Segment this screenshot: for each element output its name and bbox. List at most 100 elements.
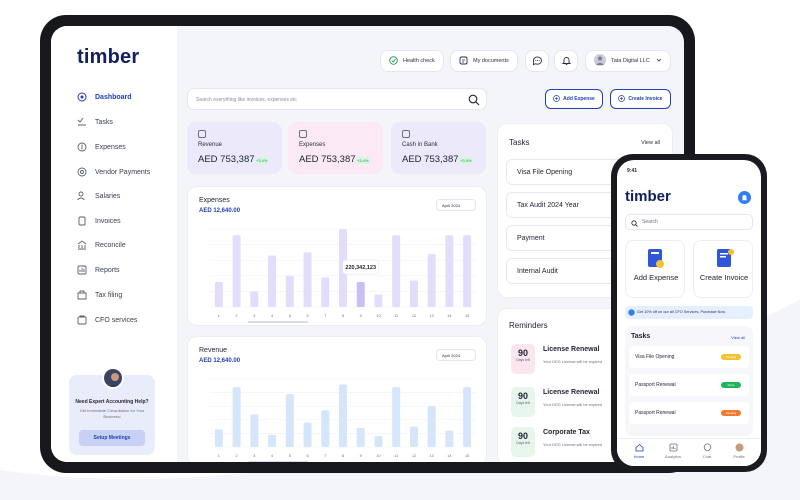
nav-profile[interactable]: Profile	[725, 443, 753, 459]
sidebar-item-tasks[interactable]: Tasks	[77, 114, 113, 130]
chart-bar[interactable]	[409, 280, 418, 307]
phone-view-all-link[interactable]: View all	[731, 335, 745, 340]
chart-bar[interactable]	[303, 422, 312, 447]
chart-bar[interactable]	[427, 253, 436, 307]
x-tick-label: 1	[218, 454, 220, 458]
nav-analytics[interactable]: Analytics	[659, 443, 687, 459]
sidebar-item-expenses[interactable]: Expenses	[77, 139, 126, 155]
chart-bar[interactable]	[427, 406, 436, 447]
x-tick-label: 7	[324, 314, 326, 318]
x-tick-label: 15	[465, 314, 469, 318]
chart-bar[interactable]	[268, 434, 277, 447]
chart-bar[interactable]	[250, 291, 259, 307]
expenses-icon	[77, 142, 87, 152]
search-input[interactable]: Search everything like invoices, expense…	[187, 88, 487, 110]
chart-bar[interactable]	[374, 436, 383, 447]
tax-filing-icon	[77, 290, 87, 300]
create-invoice-button[interactable]: Create Invoice	[610, 89, 671, 109]
sidebar-item-tax-filing[interactable]: Tax filing	[77, 287, 122, 303]
add-expense-button[interactable]: Add Expense	[545, 89, 603, 109]
reminder-text: Your DED License will be expired	[543, 442, 602, 447]
chart-bar[interactable]	[232, 387, 241, 447]
chart-bar[interactable]	[321, 410, 330, 447]
company-selector[interactable]: Tata Digital LLC	[585, 50, 671, 72]
x-tick-label: 1	[218, 314, 220, 318]
sidebar-item-cfo-services[interactable]: CFO services	[77, 312, 137, 328]
sidebar-item-label: Reports	[95, 266, 120, 274]
phone-create-invoice-label: Create Invoice	[699, 273, 749, 282]
phone-add-expense-button[interactable]: Add Expense	[625, 240, 685, 298]
search-icon[interactable]	[468, 93, 480, 111]
chart-bar[interactable]	[409, 426, 418, 447]
chat-button[interactable]	[525, 50, 549, 72]
phone-notification-button[interactable]	[738, 191, 751, 204]
days-count: 90	[517, 431, 528, 441]
expenses-chart: 1 2 3 4 5 6 7 8 9220,342,12310 11 12 13 14 15	[210, 228, 476, 323]
chart-scrollbar[interactable]	[248, 461, 308, 462]
x-tick-label: 8	[342, 314, 344, 318]
my-documents-button[interactable]: My documents	[450, 50, 518, 72]
phone-task-item[interactable]: Passport Renewal Pending	[629, 402, 749, 424]
chart-bar[interactable]	[214, 429, 223, 447]
phone-task-item[interactable]: Visa File Opening Pending	[629, 346, 749, 368]
chart-bar[interactable]	[356, 427, 365, 447]
chart-bar[interactable]	[285, 275, 294, 307]
revenue-chart-card: Revenue AED 12,640.00 April 2024 1234567…	[187, 336, 487, 462]
chart-bar[interactable]	[214, 282, 223, 307]
notifications-button[interactable]	[554, 50, 578, 72]
phone-bottom-nav: Home Analytics Chat Profile	[617, 438, 761, 466]
sidebar-item-label: Expenses	[95, 143, 126, 151]
plus-circle-icon	[553, 94, 561, 104]
reports-icon	[77, 265, 87, 275]
bell-icon	[738, 191, 751, 208]
chart-scrollbar[interactable]	[248, 321, 308, 323]
chart-bar[interactable]	[392, 387, 401, 447]
chart-bar[interactable]	[374, 294, 383, 307]
chart-bar[interactable]	[321, 277, 330, 307]
nav-label: Chat	[702, 454, 712, 459]
nav-home[interactable]: Home	[625, 443, 653, 459]
chart-bar[interactable]	[445, 235, 454, 307]
sidebar-item-invoices[interactable]: Invoices	[77, 213, 121, 229]
chart-bar[interactable]	[356, 282, 365, 307]
chart-bar[interactable]	[250, 414, 259, 447]
chart-bar[interactable]	[339, 384, 347, 447]
chart-bar[interactable]	[268, 255, 277, 307]
sidebar-item-reconcile[interactable]: Reconcile	[77, 237, 126, 253]
stat-value: AED 753,387	[198, 154, 255, 165]
revenue-stat-card: Revenue AED 753,387 +3.4%	[187, 122, 282, 174]
stat-label: Expenses	[299, 142, 326, 148]
promo-banner[interactable]: Get 10% off on our all CFO Services, Pur…	[625, 306, 753, 319]
phone-search-input[interactable]: Search	[625, 214, 753, 230]
tasks-title: Tasks	[509, 138, 530, 147]
x-tick-label: 7	[324, 454, 326, 458]
chart-bar[interactable]	[392, 235, 401, 307]
health-check-button[interactable]: Health check	[380, 50, 444, 72]
company-avatar	[594, 54, 606, 68]
reminder-title: Corporate Tax	[543, 429, 590, 436]
chart-bar[interactable]	[232, 235, 241, 307]
x-tick-label: 2	[236, 454, 238, 458]
sidebar-item-dashboard[interactable]: Dashboard	[77, 89, 132, 105]
x-tick-label: 3	[253, 314, 255, 318]
sidebar-item-salaries[interactable]: Salaries	[77, 188, 120, 204]
chart-bar[interactable]	[463, 387, 472, 447]
plus-circle-icon	[618, 94, 626, 104]
expenses-icon	[299, 130, 307, 138]
tasks-view-all-link[interactable]: View all	[641, 140, 660, 146]
salaries-icon	[77, 191, 87, 201]
sidebar-item-reports[interactable]: Reports	[77, 262, 120, 278]
chart-bar[interactable]	[303, 252, 312, 307]
promo-text: Get Immediate Consultation for Your Busi…	[79, 408, 145, 419]
chart-bar[interactable]	[445, 430, 454, 447]
x-tick-label: 2	[236, 314, 238, 318]
phone-create-invoice-button[interactable]: Create Invoice	[693, 240, 753, 298]
setup-meetings-button[interactable]: Setup Meetings	[79, 430, 145, 446]
chart-bar[interactable]	[285, 393, 294, 447]
phone-task-item[interactable]: Passport Renewal Done	[629, 374, 749, 396]
stat-label: Revenue	[198, 142, 223, 148]
sidebar-item-vendor-payments[interactable]: Vendor Payments	[77, 164, 150, 180]
nav-chat[interactable]: Chat	[693, 443, 721, 459]
x-tick-label: 4	[271, 454, 273, 458]
chart-bar[interactable]	[463, 235, 472, 307]
